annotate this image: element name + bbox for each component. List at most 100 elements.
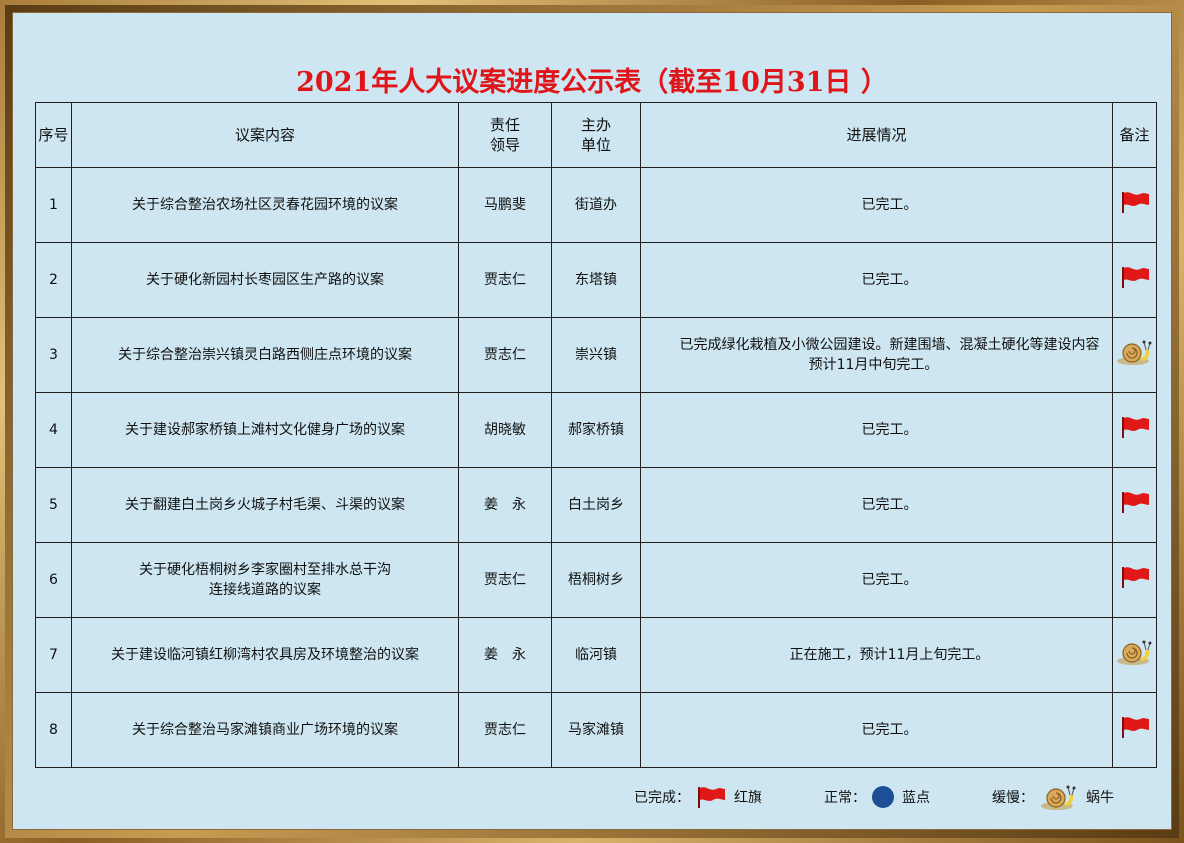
- red-flag-icon: [1121, 717, 1149, 738]
- header-content: 议案内容: [71, 102, 459, 168]
- header-note: 备注: [1112, 102, 1157, 168]
- cell-leader: 贾志仁: [458, 242, 552, 318]
- cell-progress: 已完成绿化栽植及小微公园建设。新建围墙、混凝土硬化等建设内容预计11月中旬完工。: [640, 317, 1113, 393]
- table-row: 3 关于综合整治崇兴镇灵白路西侧庄点环境的议案 贾志仁 崇兴镇 已完成绿化栽植及…: [35, 317, 1157, 393]
- cell-unit: 郝家桥镇: [551, 392, 641, 468]
- cell-content: 关于综合整治农场社区灵春花园环境的议案: [71, 167, 459, 243]
- cell-seq: 1: [35, 167, 72, 243]
- red-flag-icon: [1121, 267, 1149, 288]
- cell-progress: 已完工。: [640, 692, 1113, 768]
- cell-seq: 6: [35, 542, 72, 618]
- cell-content: 关于综合整治马家滩镇商业广场环境的议案: [71, 692, 459, 768]
- header-unit: 主办 单位: [551, 102, 641, 168]
- legend-normal-label: 正常：: [824, 790, 866, 806]
- cell-progress: 已完工。: [640, 392, 1113, 468]
- table-header-row: 序号 议案内容 责任 领导 主办 单位 进展情况 备注: [35, 102, 1157, 168]
- cell-unit: 临河镇: [551, 617, 641, 693]
- cell-leader: 贾志仁: [458, 542, 552, 618]
- legend-normal: 正常： 蓝点: [824, 784, 930, 810]
- table-row: 1 关于综合整治农场社区灵春花园环境的议案 马鹏斐 街道办 已完工。: [35, 167, 1157, 243]
- page-title: 2021年人大议案进度公示表（截至10月31日 ）: [296, 67, 888, 98]
- progress-text: 已完工。: [861, 197, 918, 213]
- table-row: 8 关于综合整治马家滩镇商业广场环境的议案 贾志仁 马家滩镇 已完工。: [35, 692, 1157, 768]
- red-flag-icon: [698, 787, 725, 808]
- legend-done-label: 已完成：: [634, 790, 690, 806]
- red-flag-icon: [1121, 192, 1149, 213]
- header-leader-line1: 责任: [489, 116, 520, 134]
- progress-text: 已完工。: [861, 722, 918, 738]
- cell-note: [1112, 242, 1157, 318]
- cell-progress: 已完工。: [640, 242, 1113, 318]
- table-row: 6 关于硬化梧桐树乡李家圈村至排水总干沟 连接线道路的议案 贾志仁 梧桐树乡 已…: [35, 542, 1157, 618]
- cell-progress: 已完工。: [640, 467, 1113, 543]
- board-panel: 2021年人大议案进度公示表（截至10月31日 ） 序号 议案内容 责任 领导 …: [12, 12, 1172, 830]
- cell-leader: 贾志仁: [458, 317, 552, 393]
- cell-seq: 2: [35, 242, 72, 318]
- progress-text: 已完成绿化栽植及小微公园建设。新建围墙、混凝土硬化等建设内容预计11月中旬完工。: [679, 337, 1100, 373]
- progress-text: 已完工。: [861, 272, 918, 288]
- red-flag-icon: [1121, 567, 1149, 588]
- header-unit-line1: 主办: [580, 116, 611, 134]
- cell-leader: 贾志仁: [458, 692, 552, 768]
- header-progress: 进展情况: [640, 102, 1113, 168]
- cell-note: [1112, 317, 1157, 393]
- cell-note: [1112, 167, 1157, 243]
- table-row: 4 关于建设郝家桥镇上滩村文化健身广场的议案 胡晓敏 郝家桥镇 已完工。: [35, 392, 1157, 468]
- cell-content: 关于建设郝家桥镇上滩村文化健身广场的议案: [71, 392, 459, 468]
- cell-unit: 东塔镇: [551, 242, 641, 318]
- cell-note: [1112, 467, 1157, 543]
- header-leader-line2: 领导: [489, 136, 520, 154]
- cell-progress: 已完工。: [640, 542, 1113, 618]
- cell-content-line2: 连接线道路的议案: [209, 582, 321, 598]
- blue-dot-icon: [872, 786, 894, 808]
- cell-unit: 梧桐树乡: [551, 542, 641, 618]
- cell-content-line1: 关于硬化梧桐树乡李家圈村至排水总干沟: [139, 562, 391, 578]
- cell-leader: 马鹏斐: [458, 167, 552, 243]
- cell-seq: 3: [35, 317, 72, 393]
- legend-slow-name: 蜗牛: [1086, 790, 1114, 806]
- cell-seq: 7: [35, 617, 72, 693]
- snail-icon: [1041, 785, 1076, 810]
- cell-content: 关于翻建白土岗乡火城子村毛渠、斗渠的议案: [71, 467, 459, 543]
- cell-content: 关于硬化新园村长枣园区生产路的议案: [71, 242, 459, 318]
- proposal-table: 序号 议案内容 责任 领导 主办 单位 进展情况 备注 1 关于综合整治农场社区…: [35, 102, 1157, 768]
- cell-leader: 姜 永: [458, 467, 552, 543]
- snail-icon: [1116, 640, 1151, 665]
- snail-icon: [1116, 340, 1151, 365]
- cell-progress: 已完工。: [640, 167, 1113, 243]
- legend-slow-label: 缓慢：: [992, 790, 1034, 806]
- cell-note: [1112, 692, 1157, 768]
- cell-unit: 白土岗乡: [551, 467, 641, 543]
- red-flag-icon: [1121, 492, 1149, 513]
- cell-note: [1112, 617, 1157, 693]
- table-row: 5 关于翻建白土岗乡火城子村毛渠、斗渠的议案 姜 永 白土岗乡 已完工。: [35, 467, 1157, 543]
- cell-seq: 8: [35, 692, 72, 768]
- cell-seq: 4: [35, 392, 72, 468]
- header-seq: 序号: [35, 102, 72, 168]
- cell-note: [1112, 392, 1157, 468]
- progress-text: 已完工。: [861, 497, 918, 513]
- header-unit-line2: 单位: [580, 136, 611, 154]
- cell-progress: 正在施工，预计11月上旬完工。: [640, 617, 1113, 693]
- progress-text: 已完工。: [861, 422, 918, 438]
- red-flag-icon: [1121, 417, 1149, 438]
- cell-unit: 街道办: [551, 167, 641, 243]
- header-leader: 责任 领导: [458, 102, 552, 168]
- cell-leader: 姜 永: [458, 617, 552, 693]
- table-row: 2 关于硬化新园村长枣园区生产路的议案 贾志仁 东塔镇 已完工。: [35, 242, 1157, 318]
- cell-seq: 5: [35, 467, 72, 543]
- cell-leader: 胡晓敏: [458, 392, 552, 468]
- cell-note: [1112, 542, 1157, 618]
- legend-slow: 缓慢： 蜗牛: [992, 784, 1114, 810]
- legend-normal-name: 蓝点: [902, 790, 930, 806]
- cell-unit: 崇兴镇: [551, 317, 641, 393]
- progress-text: 已完工。: [861, 572, 918, 588]
- table-row: 7 关于建设临河镇红柳湾村农具房及环境整治的议案 姜 永 临河镇 正在施工，预计…: [35, 617, 1157, 693]
- cell-content: 关于建设临河镇红柳湾村农具房及环境整治的议案: [71, 617, 459, 693]
- cell-content: 关于硬化梧桐树乡李家圈村至排水总干沟 连接线道路的议案: [71, 542, 459, 618]
- legend-done-name: 红旗: [734, 790, 762, 806]
- progress-text: 正在施工，预计11月上旬完工。: [789, 647, 990, 663]
- legend-done: 已完成： 红旗: [634, 784, 762, 810]
- cell-content: 关于综合整治崇兴镇灵白路西侧庄点环境的议案: [71, 317, 459, 393]
- status-legend: 已完成： 红旗 正常： 蓝点 缓慢： 蜗牛: [12, 784, 1172, 810]
